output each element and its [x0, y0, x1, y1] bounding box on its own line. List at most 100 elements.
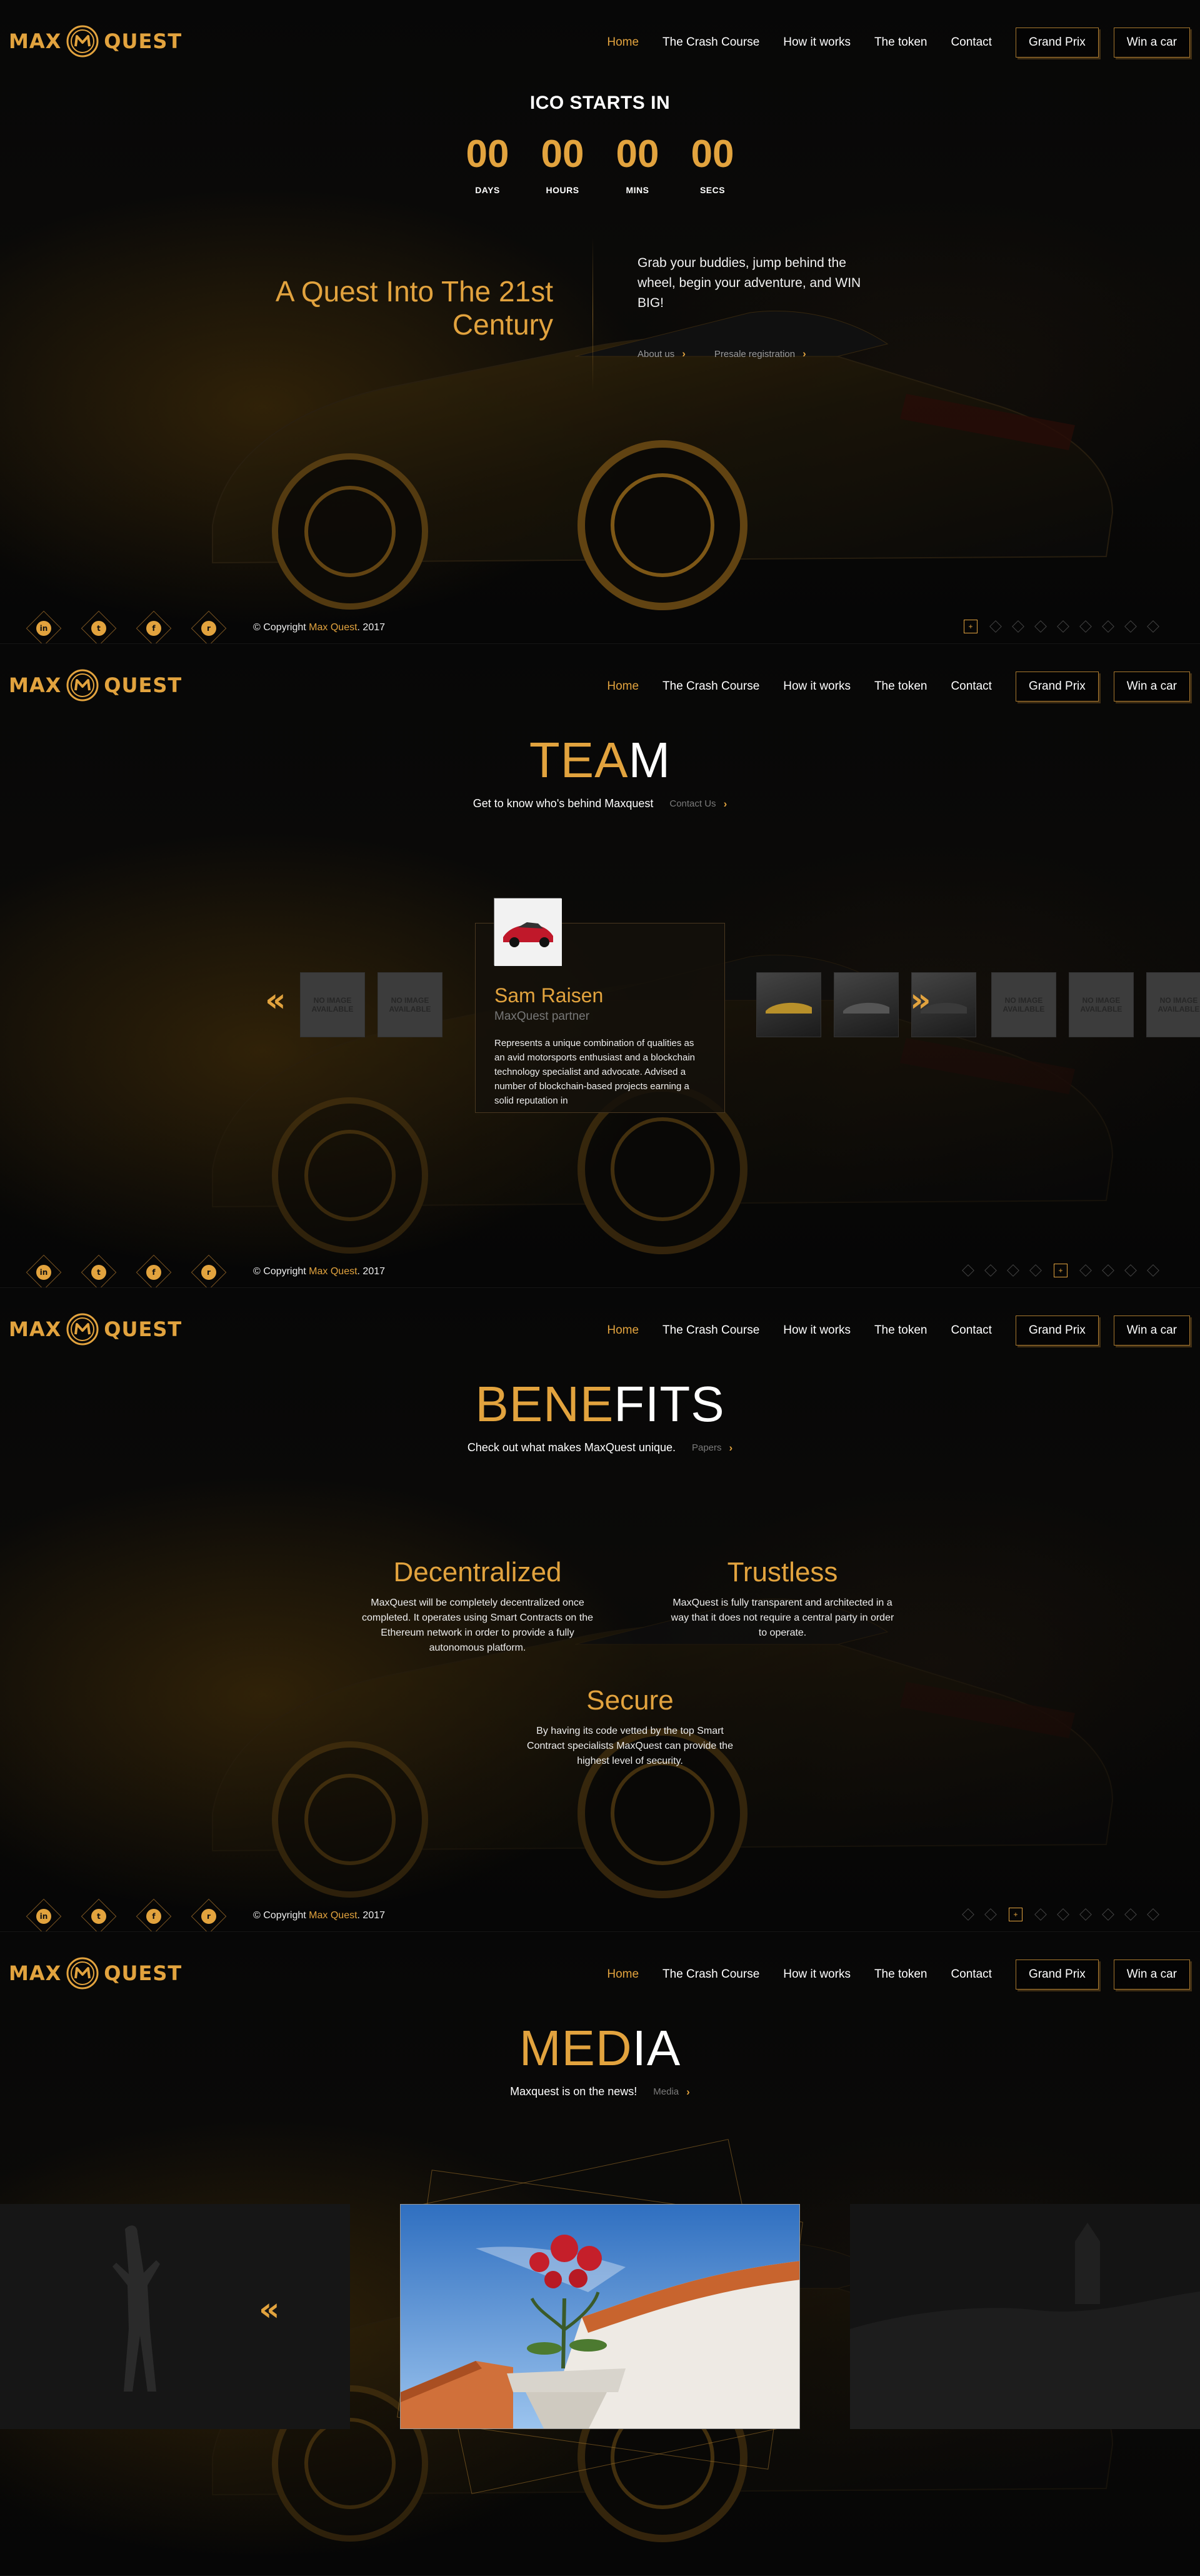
facebook-icon: f	[146, 1265, 161, 1280]
pager-dot[interactable]	[1147, 1908, 1159, 1921]
pager-dot[interactable]	[1124, 1264, 1137, 1277]
pager-dot[interactable]	[1147, 620, 1159, 633]
nav-contact[interactable]: Contact	[951, 680, 991, 693]
media-slide-prev[interactable]	[0, 2204, 350, 2429]
logo[interactable]: MAX QUEST	[9, 1313, 182, 1346]
presale-registration-link[interactable]: Presale registration ›	[714, 348, 806, 360]
nav-home[interactable]: Home	[607, 680, 639, 693]
twitter-link[interactable]: t	[81, 1254, 117, 1287]
team-thumb-no-image[interactable]: NO IMAGE AVAILABLE	[991, 972, 1056, 1037]
logo[interactable]: MAX QUEST	[9, 669, 182, 702]
linkedin-link[interactable]: in	[26, 1254, 62, 1287]
media-link[interactable]: Media ›	[653, 2086, 690, 2098]
team-thumb-no-image[interactable]: NO IMAGE AVAILABLE	[300, 972, 365, 1037]
nav-contact[interactable]: Contact	[951, 1968, 991, 1981]
facebook-link[interactable]: f	[136, 1254, 172, 1287]
win-a-car-button[interactable]: Win a car	[1113, 28, 1190, 58]
pager-dot[interactable]	[1029, 1264, 1042, 1277]
reddit-link[interactable]: r	[191, 1254, 227, 1287]
linkedin-link[interactable]: in	[26, 610, 62, 643]
facebook-link[interactable]: f	[136, 1898, 172, 1931]
pager-dot[interactable]	[1079, 1264, 1092, 1277]
nav-token[interactable]: The token	[874, 680, 928, 693]
facebook-link[interactable]: f	[136, 610, 172, 643]
pager-dot[interactable]	[984, 1264, 997, 1277]
twitter-link[interactable]: t	[81, 610, 117, 643]
nav-token[interactable]: The token	[874, 1324, 928, 1337]
contact-us-link[interactable]: Contact Us ›	[669, 798, 727, 810]
win-a-car-button[interactable]: Win a car	[1113, 672, 1190, 702]
nav-how-it-works[interactable]: How it works	[783, 680, 851, 693]
nav-home[interactable]: Home	[607, 36, 639, 49]
copyright-brand[interactable]: Max Quest	[309, 1910, 357, 1921]
media-slide-current[interactable]	[400, 2204, 800, 2429]
nav-token[interactable]: The token	[874, 1968, 928, 1981]
twitter-link[interactable]: t	[81, 1898, 117, 1931]
media-prev-button[interactable]: «	[259, 2291, 280, 2328]
countdown-mins-label: MINS	[626, 185, 649, 195]
team-thumb[interactable]	[834, 972, 899, 1037]
carousel-next-button[interactable]: »	[910, 982, 931, 1019]
pager-dot[interactable]	[1102, 620, 1114, 633]
win-a-car-button[interactable]: Win a car	[1113, 1960, 1190, 1990]
pager-dot[interactable]	[1007, 1264, 1019, 1277]
pager-dot[interactable]	[1057, 620, 1069, 633]
reddit-link[interactable]: r	[191, 1898, 227, 1931]
pager-dot[interactable]	[1102, 1264, 1114, 1277]
pager-dot[interactable]	[984, 1908, 997, 1921]
pager-dot[interactable]	[1079, 620, 1092, 633]
grand-prix-button[interactable]: Grand Prix	[1015, 1960, 1099, 1990]
pager-dot-active[interactable]: +	[964, 620, 978, 633]
nav-how-it-works[interactable]: How it works	[783, 1968, 851, 1981]
pager-dot[interactable]	[962, 1908, 974, 1921]
team-thumb-no-image[interactable]: NO IMAGE AVAILABLE	[1146, 972, 1200, 1037]
pager-dot-active[interactable]: +	[1054, 1264, 1068, 1277]
logo[interactable]: MAX QUEST	[9, 1957, 182, 1990]
nav-token[interactable]: The token	[874, 36, 928, 49]
nav-home[interactable]: Home	[607, 1324, 639, 1337]
pager-dot[interactable]	[1034, 620, 1047, 633]
pager-dot[interactable]	[1147, 1264, 1159, 1277]
media-slide-next[interactable]	[850, 2204, 1200, 2429]
team-thumb[interactable]	[756, 972, 821, 1037]
logo[interactable]: MAX QUEST	[9, 25, 182, 58]
copyright-brand[interactable]: Max Quest	[309, 1266, 357, 1277]
win-a-car-button[interactable]: Win a car	[1113, 1316, 1190, 1346]
pager-dot[interactable]	[1057, 1908, 1069, 1921]
nav-how-it-works[interactable]: How it works	[783, 36, 851, 49]
nav-crash-course[interactable]: The Crash Course	[662, 1968, 759, 1981]
pager-dot[interactable]	[989, 620, 1002, 633]
copyright-brand[interactable]: Max Quest	[309, 622, 357, 633]
nav-home[interactable]: Home	[607, 1968, 639, 1981]
grand-prix-button[interactable]: Grand Prix	[1015, 1316, 1099, 1346]
pager-dot[interactable]	[1124, 620, 1137, 633]
benefit-text: MaxQuest is fully transparent and archit…	[671, 1597, 894, 1638]
reddit-link[interactable]: r	[191, 610, 227, 643]
nav-crash-course[interactable]: The Crash Course	[662, 1324, 759, 1337]
benefits-title: BENEFITS	[0, 1376, 1200, 1433]
grand-prix-button[interactable]: Grand Prix	[1015, 28, 1099, 58]
nav-crash-course[interactable]: The Crash Course	[662, 36, 759, 49]
linkedin-link[interactable]: in	[26, 1898, 62, 1931]
papers-link[interactable]: Papers ›	[692, 1442, 732, 1454]
nav-crash-course[interactable]: The Crash Course	[662, 680, 759, 693]
nav-how-it-works[interactable]: How it works	[783, 1324, 851, 1337]
nav-contact[interactable]: Contact	[951, 1324, 991, 1337]
pager-dot[interactable]	[1012, 620, 1024, 633]
pager-dot[interactable]	[1124, 1908, 1137, 1921]
benefits-title-white: FITS	[614, 1376, 725, 1432]
linkedin-icon: in	[36, 1909, 51, 1924]
section-pager: +	[950, 1908, 1159, 1921]
pager-dot[interactable]	[962, 1264, 974, 1277]
pager-dot-active[interactable]: +	[1009, 1908, 1022, 1921]
chevron-right-icon: ›	[686, 2085, 690, 2098]
team-thumb-no-image[interactable]: NO IMAGE AVAILABLE	[1069, 972, 1134, 1037]
team-thumb-no-image[interactable]: NO IMAGE AVAILABLE	[378, 972, 442, 1037]
pager-dot[interactable]	[1034, 1908, 1047, 1921]
pager-dot[interactable]	[1079, 1908, 1092, 1921]
about-us-link[interactable]: About us ›	[638, 348, 686, 360]
carousel-prev-button[interactable]: «	[265, 982, 286, 1019]
nav-contact[interactable]: Contact	[951, 36, 991, 49]
grand-prix-button[interactable]: Grand Prix	[1015, 672, 1099, 702]
pager-dot[interactable]	[1102, 1908, 1114, 1921]
